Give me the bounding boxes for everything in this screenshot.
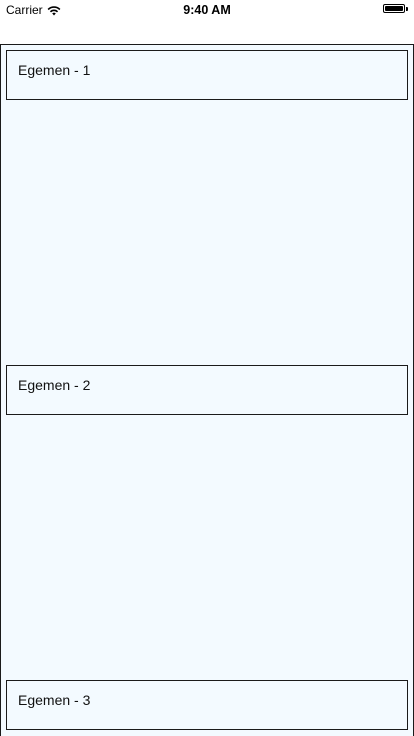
status-time: 9:40 AM — [183, 3, 231, 17]
segment-label: Egemen - 2 — [18, 377, 91, 393]
status-right — [383, 4, 408, 13]
segment-3[interactable]: Egemen - 3 — [6, 680, 408, 730]
segment-2[interactable]: Egemen - 2 — [6, 365, 408, 415]
battery-icon — [383, 4, 405, 13]
content-view: Egemen - 1 Egemen - 2 Egemen - 3 — [0, 44, 414, 736]
segment-label: Egemen - 1 — [18, 62, 91, 78]
status-bar: Carrier 9:40 AM — [0, 0, 414, 20]
segment-label: Egemen - 3 — [18, 692, 91, 708]
segment-1[interactable]: Egemen - 1 — [6, 50, 408, 100]
battery-fill — [385, 6, 403, 11]
battery-tip — [406, 6, 408, 11]
